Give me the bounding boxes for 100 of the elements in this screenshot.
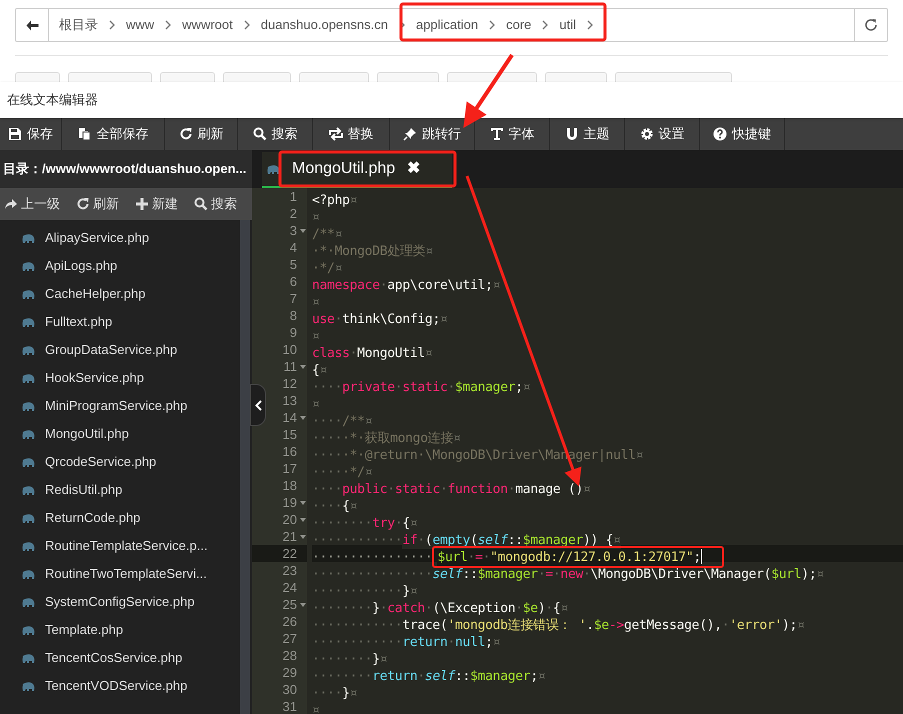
- whitespace-marks: ················: [312, 549, 432, 566]
- whitespace-marks: ················: [312, 566, 432, 583]
- file-item[interactable]: MongoUtil.php: [0, 420, 240, 448]
- elephant-icon: [22, 540, 35, 552]
- breadcrumb-link[interactable]: duanshuo.opensns.cn: [260, 15, 388, 35]
- whitespace-marks: ········: [312, 600, 372, 617]
- sidebar-action[interactable]: 刷新: [76, 194, 119, 214]
- elephant-icon: [22, 344, 35, 356]
- line-number: 22: [282, 545, 297, 562]
- line-number: 18: [282, 477, 297, 494]
- file-item[interactable]: SystemConfigService.php: [0, 588, 240, 616]
- line-number: 7: [290, 290, 297, 307]
- close-button[interactable]: ✖: [407, 157, 420, 181]
- line-number: 19: [282, 494, 297, 511]
- file-item[interactable]: RoutineTwoTemplateServi...: [0, 560, 240, 588]
- line-number: 3: [290, 222, 297, 239]
- file-item[interactable]: RoutineTemplateService.p...: [0, 532, 240, 560]
- sidebar-action[interactable]: 上一级: [4, 194, 60, 214]
- sidebar-action[interactable]: 新建: [135, 194, 178, 214]
- file-item[interactable]: RedisUtil.php: [0, 476, 240, 504]
- elephant-icon: [22, 316, 35, 328]
- line-number: 26: [282, 613, 297, 630]
- line-number: 23: [282, 562, 297, 579]
- line-number: 20: [282, 511, 297, 528]
- whitespace-marks: ····: [312, 447, 342, 464]
- partial-button[interactable]: [447, 72, 537, 82]
- breadcrumb-link[interactable]: wwwroot: [182, 15, 233, 35]
- whitespace-marks: ····: [312, 413, 342, 430]
- whitespace-marks: ············: [312, 532, 402, 549]
- elephant-icon: [22, 372, 35, 384]
- chevron-right-icon: [587, 20, 594, 30]
- refresh-icon: [178, 127, 192, 141]
- file-item[interactable]: ReturnCode.php: [0, 504, 240, 532]
- pin-icon: [403, 127, 417, 141]
- line-number: 9: [290, 324, 297, 341]
- line-number: 4: [290, 239, 297, 256]
- refresh-icon: [76, 197, 90, 211]
- line-number: 2: [290, 205, 297, 222]
- file-item[interactable]: GroupDataService.php: [0, 336, 240, 364]
- elephant-icon: [22, 596, 35, 608]
- breadcrumb-link[interactable]: util: [559, 15, 576, 35]
- settings-icon: [640, 127, 654, 141]
- breadcrumb-link[interactable]: core: [506, 15, 532, 35]
- whitespace-marks: ············: [312, 634, 402, 651]
- line-number: 27: [282, 630, 297, 647]
- elephant-icon: [22, 652, 35, 664]
- elephant-icon: [22, 288, 35, 300]
- line-number: 21: [282, 528, 297, 545]
- breadcrumb-link[interactable]: application: [416, 15, 478, 35]
- file-item[interactable]: TencentVODService.php: [0, 672, 240, 700]
- line-number: 25: [282, 596, 297, 613]
- file-item[interactable]: Template.php: [0, 616, 240, 644]
- elephant-icon: [22, 456, 35, 468]
- search-icon: [194, 197, 208, 211]
- chevron-right-icon: [542, 20, 548, 30]
- breadcrumb-link[interactable]: www: [126, 15, 154, 35]
- file-item[interactable]: Fulltext.php: [0, 308, 240, 336]
- file-item[interactable]: MiniProgramService.php: [0, 392, 240, 420]
- elephant-icon: [22, 400, 35, 412]
- scrollbar[interactable]: [240, 220, 250, 714]
- whitespace-marks: ····: [312, 685, 342, 702]
- help-icon: [713, 127, 727, 141]
- whitespace-marks: ····: [312, 481, 342, 498]
- line-number: 31: [282, 698, 297, 714]
- magnet-icon: [564, 127, 578, 141]
- line-number: 13: [282, 392, 297, 409]
- line-number: 15: [282, 426, 297, 443]
- file-item[interactable]: TencentCosService.php: [0, 644, 240, 672]
- swap-icon: [328, 127, 342, 141]
- whitespace-marks: ········: [312, 668, 372, 685]
- file-item[interactable]: QrcodeService.php: [0, 448, 240, 476]
- refresh-icon: [864, 18, 878, 32]
- line-number: 11: [284, 358, 297, 375]
- whitespace-marks: ····: [312, 464, 342, 481]
- line-number: 8: [290, 307, 297, 324]
- collapse-handle[interactable]: [250, 384, 266, 426]
- sidebar-action[interactable]: 搜索: [194, 194, 237, 214]
- share-arrow-icon: [4, 197, 18, 211]
- line-number: 16: [282, 443, 297, 460]
- window-title: 在线文本编辑器: [7, 91, 98, 110]
- file-item[interactable]: CacheHelper.php: [0, 280, 240, 308]
- line-number: 30: [282, 681, 297, 698]
- whitespace-marks: ····: [312, 498, 342, 515]
- whitespace-marks: ········: [312, 651, 372, 668]
- line-number: 17: [282, 460, 297, 477]
- elephant-icon: [22, 260, 35, 272]
- chevron-right-icon: [165, 20, 172, 30]
- file-item[interactable]: ApiLogs.php: [0, 252, 240, 280]
- chevron-right-icon: [109, 20, 115, 30]
- file-item[interactable]: AlipayService.php: [0, 224, 240, 252]
- elephant-icon: [22, 568, 35, 580]
- whitespace-marks: ············: [312, 617, 402, 634]
- line-number: 10: [282, 341, 297, 358]
- directory-path: 目录：/www/wwwroot/duanshuo.open...: [3, 160, 246, 178]
- line-number: 24: [282, 579, 297, 596]
- whitespace-marks: ········: [312, 515, 372, 532]
- breadcrumb-link[interactable]: 根目录: [59, 15, 98, 35]
- file-item[interactable]: HookService.php: [0, 364, 240, 392]
- whitespace-marks: ····: [312, 379, 342, 396]
- elephant-icon: [22, 624, 35, 636]
